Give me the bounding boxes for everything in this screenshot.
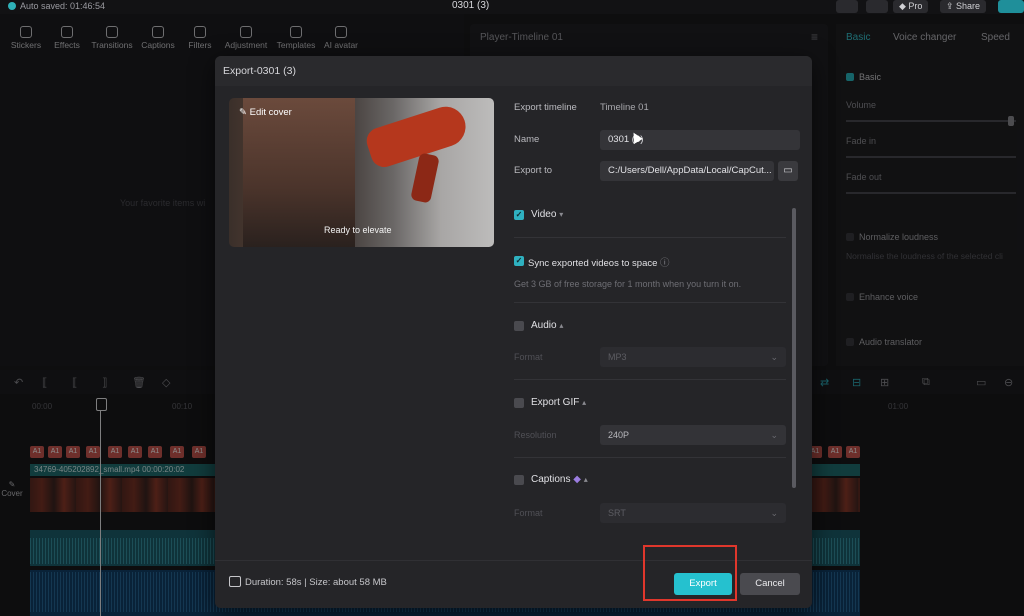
layout-icon[interactable]	[836, 0, 858, 13]
export-path-input[interactable]: C:/Users/Dell/AppData/Local/CapCut...	[600, 161, 774, 181]
edit-cover-button[interactable]: ✎ Edit cover	[239, 107, 292, 118]
export-dialog: Export-0301 (3) ✎ Edit cover Ready to el…	[215, 56, 812, 608]
chevron-up-icon: ▴	[583, 475, 588, 484]
gif-resolution-value: 240P	[608, 430, 630, 440]
chevron-up-icon: ▴	[559, 321, 564, 330]
audio-label: Audio	[531, 320, 557, 331]
gif-checkbox[interactable]	[514, 398, 524, 408]
hair-dryer-graphic	[363, 101, 471, 171]
video-checkbox[interactable]	[514, 210, 524, 220]
keyboard-icon[interactable]	[866, 0, 888, 13]
edit-cover-label: Edit cover	[249, 107, 292, 118]
cover-caption: Ready to elevate	[324, 225, 392, 235]
help-icon[interactable]: ⓘ	[660, 258, 670, 269]
audio-format-label: Format	[514, 352, 543, 362]
autosave-status: Auto saved: 01:46:54	[8, 0, 105, 12]
autosave-text: Auto saved: 01:46:54	[20, 1, 106, 11]
film-icon	[229, 576, 241, 587]
title-bar: Auto saved: 01:46:54 0301 (3) ◆ Pro ⇪ Sh…	[0, 0, 1024, 14]
cover-preview[interactable]: ✎ Edit cover Ready to elevate	[229, 98, 494, 247]
chevron-down-icon: ⌄	[770, 352, 778, 362]
divider	[514, 457, 786, 458]
captions-format-label: Format	[514, 508, 543, 518]
divider	[514, 302, 786, 303]
edit-icon: ✎	[239, 107, 250, 118]
autosave-icon	[8, 2, 16, 10]
sync-text: Sync exported videos to space	[528, 258, 658, 269]
gif-label: Export GIF	[531, 397, 580, 408]
export-top-button[interactable]	[998, 0, 1024, 13]
dialog-title: Export-0301 (3)	[223, 65, 296, 77]
gif-resolution-label: Resolution	[514, 430, 557, 440]
dialog-scrollbar[interactable]	[792, 208, 796, 488]
cancel-button[interactable]: Cancel	[740, 573, 800, 595]
captions-checkbox[interactable]	[514, 475, 524, 485]
captions-format-select[interactable]: SRT ⌄	[600, 503, 786, 523]
captions-section-toggle[interactable]: Captions ◆ ▴	[531, 474, 588, 485]
sync-checkbox[interactable]	[514, 256, 524, 266]
chevron-down-icon: ▾	[559, 210, 564, 219]
share-button[interactable]: ⇪ Share	[940, 0, 987, 13]
divider	[514, 379, 786, 380]
export-to-label: Export to	[514, 165, 553, 176]
export-timeline-value: Timeline 01	[600, 102, 649, 113]
name-input[interactable]: 0301 (3)	[600, 130, 800, 150]
audio-section-toggle[interactable]: Audio ▴	[531, 320, 563, 331]
folder-icon[interactable]: ▭	[778, 161, 798, 181]
captions-label: Captions	[531, 474, 571, 485]
audio-format-value: MP3	[608, 352, 627, 362]
export-info: Duration: 58s | Size: about 58 MB	[245, 577, 387, 588]
chevron-down-icon: ⌄	[770, 508, 778, 518]
divider	[514, 237, 786, 238]
highlight-box	[643, 545, 737, 601]
sync-description: Get 3 GB of free storage for 1 month whe…	[514, 279, 742, 289]
gif-section-toggle[interactable]: Export GIF ▴	[531, 397, 586, 408]
audio-checkbox[interactable]	[514, 321, 524, 331]
name-label: Name	[514, 134, 540, 145]
gif-resolution-select[interactable]: 240P ⌄	[600, 425, 786, 445]
chevron-up-icon: ▴	[582, 398, 587, 407]
premium-diamond-icon: ◆	[573, 474, 581, 485]
hair-dryer-handle-graphic	[410, 152, 440, 204]
audio-format-select[interactable]: MP3 ⌄	[600, 347, 786, 367]
sync-label: Sync exported videos to space ⓘ	[528, 255, 670, 269]
chevron-down-icon: ⌄	[770, 430, 778, 440]
export-timeline-label: Export timeline	[514, 102, 577, 113]
project-title: 0301 (3)	[452, 0, 490, 11]
video-label: Video	[531, 209, 557, 220]
dialog-header: Export-0301 (3)	[215, 56, 812, 86]
video-section-toggle[interactable]: Video ▾	[531, 209, 563, 220]
pro-button[interactable]: ◆ Pro	[893, 0, 929, 13]
captions-format-value: SRT	[608, 508, 626, 518]
pro-label: Pro	[908, 1, 923, 11]
share-label: Share	[956, 1, 981, 11]
